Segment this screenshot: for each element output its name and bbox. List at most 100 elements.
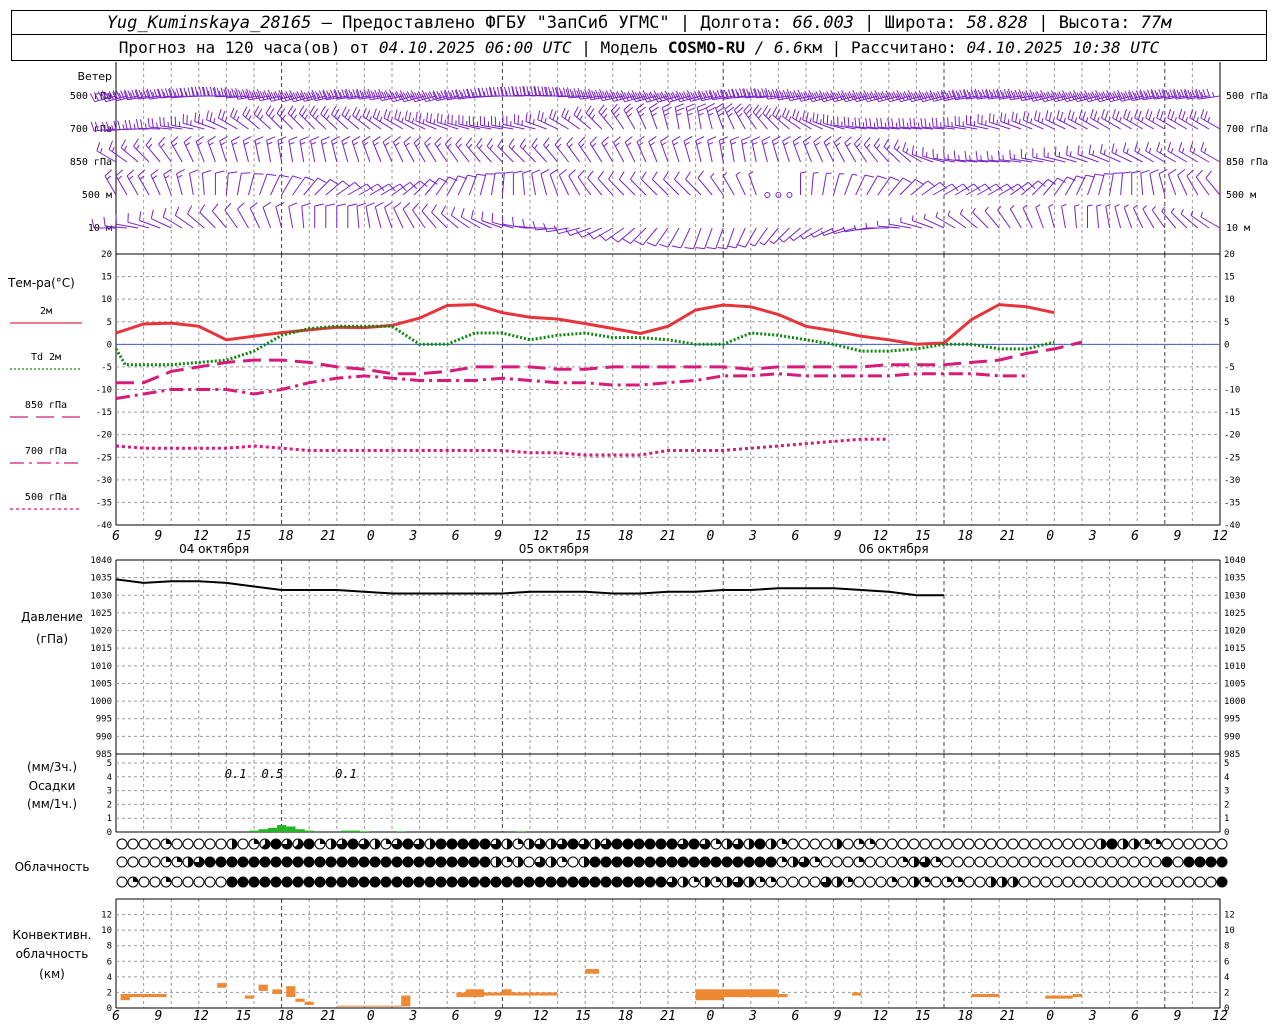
precip-bar (341, 830, 351, 832)
wind-barb (866, 175, 887, 196)
cloud-symbol (919, 838, 931, 850)
wind-barb (254, 136, 264, 163)
cloud-symbol (116, 876, 128, 888)
temp-xtick: 0 (1046, 529, 1054, 544)
cloud-symbol (1128, 876, 1140, 888)
wind-barb (126, 169, 139, 196)
cloud-symbol (864, 856, 876, 868)
wind-barb (684, 227, 702, 250)
cloud-symbol (622, 856, 634, 868)
cloud-fill-sector (914, 857, 919, 867)
wind-barb (585, 105, 603, 130)
wind-barb (519, 138, 536, 163)
conv-xtick: 3 (408, 1009, 417, 1024)
wind-level-label-right: 500 м (1226, 190, 1256, 201)
convective-title: Конвективн. (13, 928, 92, 942)
cloud-symbol (468, 838, 480, 850)
cloud-symbol (974, 838, 986, 850)
cloud-symbol (1095, 876, 1107, 888)
wind-barb (1022, 204, 1033, 229)
temp-legend-label: 700 гПа (25, 446, 67, 457)
cloud-symbol (688, 838, 700, 850)
wind-barb (288, 202, 298, 229)
wind-barb (115, 214, 139, 229)
cloud-symbol (721, 856, 733, 868)
wind-barb (811, 172, 819, 196)
convective-ytick-left: 10 (101, 926, 112, 936)
temp-ytick-left: 20 (101, 250, 112, 260)
cloud-symbol (1062, 856, 1074, 868)
cloud-symbol (1106, 838, 1118, 850)
cloud-symbol (1205, 838, 1217, 850)
cloud-symbol (1194, 856, 1206, 868)
conv-xtick: 0 (1046, 1009, 1054, 1024)
wind-barb (1167, 168, 1177, 196)
convective-bar (129, 993, 167, 998)
wind-barb (501, 171, 514, 196)
temp-ytick-left: 15 (101, 273, 112, 283)
precip-title: Осадки (29, 779, 76, 793)
cloud-symbol (182, 838, 194, 850)
cloud-symbol (490, 876, 502, 888)
wind-barb (183, 136, 194, 163)
wind-barb (244, 89, 271, 101)
convective-bar (456, 992, 466, 998)
convective-bar (258, 984, 268, 991)
cloud-symbol (1073, 856, 1085, 868)
conv-xtick: 15 (915, 1009, 931, 1024)
pressure-ytick-right: 1040 (1224, 556, 1246, 566)
pressure-ytick-left: 995 (96, 715, 112, 725)
wind-level-label-right: 500 гПа (1226, 91, 1268, 102)
cloud-symbol (655, 876, 667, 888)
wind-barb (549, 168, 559, 196)
cloud-fill-sector (507, 857, 512, 862)
precip-ytick-right: 2 (1224, 800, 1229, 810)
cloud-fill-sector (782, 839, 787, 844)
convective-bar (295, 998, 305, 1002)
wind-barb (435, 176, 458, 196)
cloud-symbol (655, 838, 667, 850)
cloud-symbol (853, 876, 865, 888)
cloud-symbol (787, 876, 799, 888)
cloud-symbol (633, 876, 645, 888)
wind-barb (170, 136, 183, 163)
temp-xtick: 6 (791, 529, 799, 544)
cloud-symbol (402, 838, 414, 850)
cloud-symbol (886, 838, 898, 850)
wind-barb (648, 135, 658, 163)
cloud-symbol (1095, 856, 1107, 868)
conv-xtick: 21 (1000, 1009, 1016, 1024)
wind-barb (736, 227, 757, 248)
wind-barb (446, 175, 468, 196)
wind-calm (786, 192, 793, 198)
cloud-symbol (215, 838, 227, 850)
cloud-fill-sector (683, 877, 688, 887)
cloud-fill-sector (254, 839, 259, 844)
wind-level-label-right: 700 гПа (1226, 124, 1268, 135)
convective-title2: облачность (16, 947, 89, 961)
cloud-symbol (1084, 876, 1096, 888)
precip-bar (295, 829, 305, 832)
wind-barb (249, 202, 260, 229)
wind-barb (648, 102, 659, 130)
wind-barb (695, 227, 713, 250)
cloud-symbol (1106, 876, 1118, 888)
cloud-fill-sector (947, 877, 952, 882)
wind-barb (749, 227, 768, 247)
cloud-symbol (171, 838, 183, 850)
wind-barb (587, 89, 613, 101)
wind-barb (392, 136, 404, 163)
cloud-fill-sector (815, 857, 820, 862)
date-label: 04 октября (179, 542, 249, 556)
cloud-symbol (798, 876, 810, 888)
wind-barb (225, 171, 238, 196)
cloud-fill-sector (771, 839, 776, 849)
wind-barb (150, 209, 172, 229)
wind-barb (341, 136, 351, 163)
cloud-symbol (875, 838, 887, 850)
cloud-symbol (534, 876, 546, 888)
cloud-symbol (644, 876, 656, 888)
temp-ytick-left: -15 (96, 408, 112, 418)
wind-barb (717, 227, 735, 250)
wind-barb (1205, 170, 1221, 196)
